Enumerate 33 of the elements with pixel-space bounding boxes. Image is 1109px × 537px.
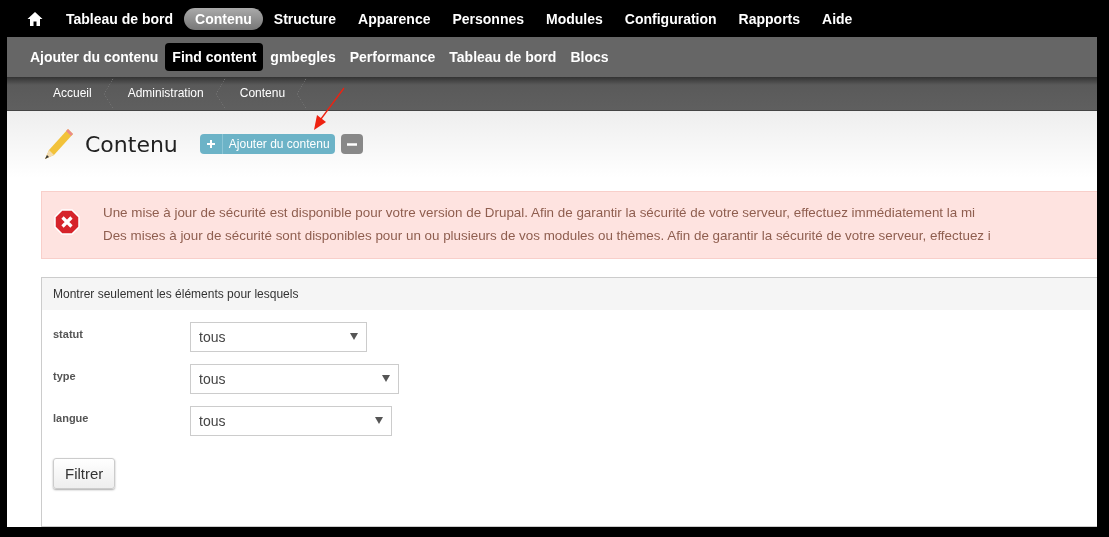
toolbar-tab[interactable]: Apparence [347,7,442,30]
dropdown-caret-icon [350,333,358,341]
shortcut-link[interactable]: Ajouter du contenu [23,43,166,72]
page-title: Contenu [85,131,178,157]
shortcut-link[interactable]: Find content [165,43,264,72]
dropdown-caret-icon [382,375,390,383]
toolbar-tab[interactable]: Configuration [613,7,728,30]
toolbar-tab[interactable]: Personnes [441,7,536,30]
select-field[interactable]: tous [190,321,367,352]
error-message: Des mises à jour de sécurité sont disponibles pour un ou plusieurs de vos modules ou thèmes. Afin de garantir la sécurité de votre serveur, effectuez i [103,226,991,245]
toolbar-tab[interactable]: Rapports [727,7,812,30]
field-label: langue [53,410,90,424]
collapse-button[interactable] [340,134,363,155]
shortcut-link[interactable]: Tableau de bord [442,43,564,72]
annotation-arrow [311,86,347,133]
error-icon [54,208,80,235]
filter-legend: Montrer seulement les éléments pour lesquels [53,286,299,301]
dropdown-caret-icon [375,417,383,425]
error-message: Une mise à jour de sécurité est disponible pour votre version de Drupal. Afin de garantir la sécurité de votre serveur, effectuez immédiatement la mi [103,203,977,222]
select-field[interactable]: tous [190,405,392,436]
minus-icon [346,142,357,146]
field-label: statut [53,326,84,340]
home-icon[interactable] [27,10,43,27]
shortcut-link[interactable]: Blocs [563,43,616,72]
field-label: type [53,368,77,382]
shortcut-link[interactable]: Performance [342,43,443,72]
toolbar-tab[interactable]: Modules [535,7,614,30]
filter-button[interactable]: Filtrer [53,457,116,489]
shortcut-link[interactable]: gmbegles [263,43,343,72]
select-field[interactable]: tous [190,363,399,394]
toolbar-tab[interactable]: Tableau de bord [55,7,185,30]
toolbar-tab[interactable]: Structure [262,7,348,30]
toolbar-tab[interactable]: Aide [811,7,864,30]
